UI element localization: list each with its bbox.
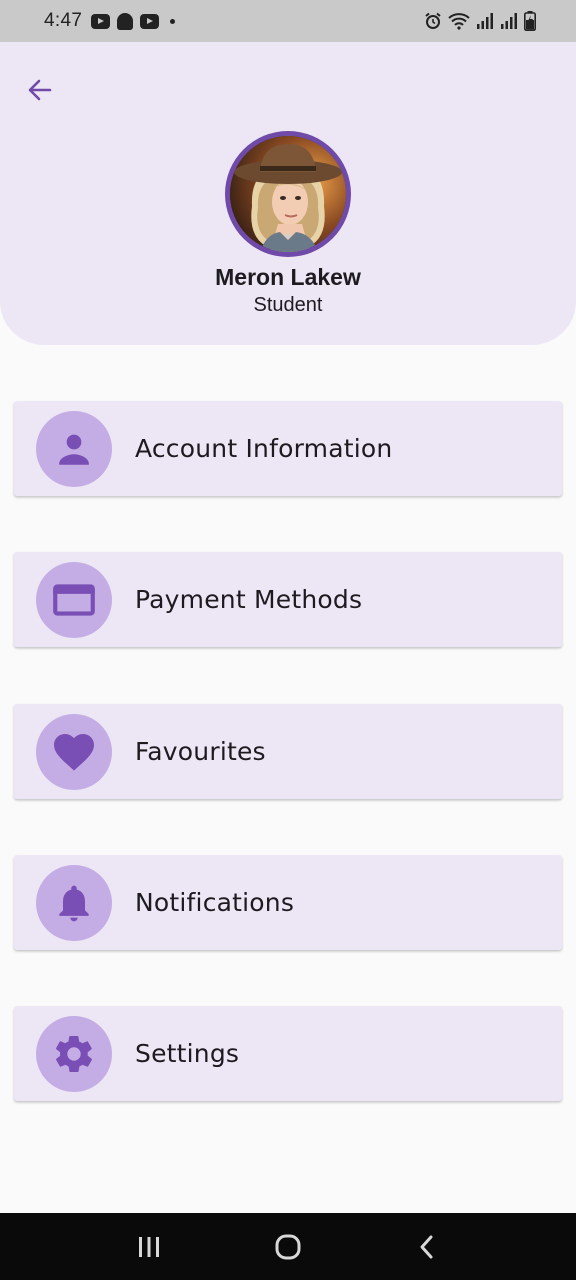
status-time: 4:47	[44, 10, 83, 31]
menu-icon-circle	[36, 864, 112, 941]
signal-icon	[477, 13, 493, 29]
dot-icon	[170, 18, 176, 24]
wifi-icon	[448, 13, 470, 30]
avatar[interactable]	[225, 131, 351, 257]
avatar-image	[230, 136, 346, 252]
back-icon	[420, 1235, 433, 1258]
menu-item-notifications[interactable]: Notifications	[14, 855, 562, 950]
nav-back-button[interactable]	[397, 1222, 457, 1272]
alarm-icon	[425, 12, 441, 29]
menu-item-payment-methods[interactable]: Payment Methods	[14, 552, 562, 647]
bell-icon	[59, 885, 89, 921]
youtube-icon	[91, 13, 111, 29]
status-bar: 4:47	[0, 0, 576, 42]
menu-item-label: Account Information	[135, 434, 393, 463]
menu-item-label: Notifications	[135, 888, 295, 917]
menu-item-label: Settings	[135, 1039, 240, 1068]
back-button[interactable]	[20, 70, 60, 110]
profile-header: Meron Lakew Student	[0, 42, 576, 345]
menu-item-settings[interactable]: Settings	[14, 1006, 562, 1101]
profile-name: Meron Lakew	[215, 264, 361, 290]
menu-item-label: Payment Methods	[135, 585, 363, 614]
arrow-left-icon	[28, 79, 52, 101]
status-left: 4:47	[44, 10, 176, 32]
home-button[interactable]	[258, 1222, 318, 1272]
credit-card-icon	[53, 583, 95, 616]
battery-charging-icon	[524, 11, 536, 31]
menu-item-favourites[interactable]: Favourites	[14, 704, 562, 799]
home-icon	[275, 1234, 301, 1259]
menu-icon-circle	[36, 713, 112, 790]
menu-item-label: Favourites	[135, 737, 266, 766]
menu-icon-circle	[36, 410, 112, 487]
recents-button[interactable]	[119, 1222, 179, 1272]
heart-icon	[54, 733, 94, 771]
youtube-icon	[140, 13, 160, 29]
gear-icon	[56, 1035, 92, 1072]
signal-icon	[501, 13, 517, 29]
recents-icon	[139, 1236, 160, 1257]
menu-icon-circle	[36, 1015, 112, 1092]
system-nav-bar	[0, 1213, 576, 1280]
person-icon	[59, 434, 89, 465]
snapchat-icon	[117, 12, 134, 30]
menu-item-account-information[interactable]: Account Information	[14, 401, 562, 496]
status-right	[424, 11, 536, 31]
menu-icon-circle	[36, 561, 112, 638]
profile-role: Student	[253, 294, 323, 316]
